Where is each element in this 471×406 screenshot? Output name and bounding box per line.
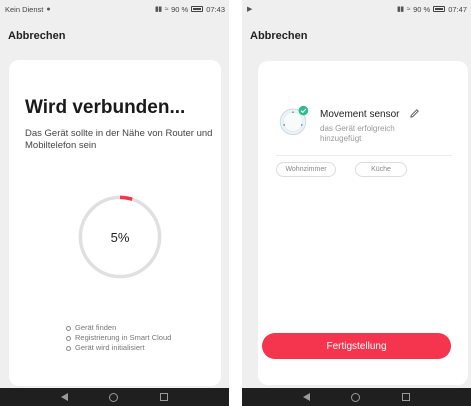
nav-back-icon[interactable] — [302, 393, 310, 401]
edit-pencil-icon[interactable] — [409, 108, 420, 119]
battery-percent: 90 % — [171, 4, 189, 14]
screenshot-composite: Kein Dienst ● ▮▮ ≈ 90 % 07:43 Abbrechen … — [0, 0, 471, 406]
step-item: Gerät wird initialisiert — [66, 343, 171, 353]
wifi-icon: ≈ — [406, 5, 411, 13]
nav-back-icon[interactable] — [60, 393, 68, 401]
step-item: Registrierung in Smart Cloud — [66, 333, 171, 343]
success-check-icon — [298, 105, 309, 116]
divider — [276, 155, 452, 156]
android-nav-bar — [242, 388, 471, 406]
device-status: das Gerät erfolgreich hinzugefügt — [320, 124, 395, 143]
nav-recent-icon[interactable] — [160, 393, 169, 401]
nav-home-icon[interactable] — [109, 392, 119, 402]
play-notification-icon: ▶ — [247, 6, 252, 13]
android-nav-bar — [0, 388, 229, 406]
step-item: Gerät finden — [66, 323, 171, 333]
connection-steps: Gerät finden Registrierung in Smart Clou… — [66, 323, 171, 353]
finish-button[interactable]: Fertigstellung — [262, 333, 451, 359]
clock: 07:47 — [448, 4, 467, 14]
battery-percent: 90 % — [413, 4, 431, 14]
battery-icon — [433, 6, 446, 12]
status-bar: Kein Dienst ● ▮▮ ≈ 90 % 07:43 — [0, 0, 229, 18]
nav-recent-icon[interactable] — [402, 393, 411, 401]
connecting-description: Das Gerät sollte in der Nähe von Router … — [25, 128, 213, 151]
cancel-button[interactable]: Abbrechen — [8, 30, 65, 42]
room-chip[interactable]: Wohnzimmer — [276, 162, 336, 177]
signal-icon: ▮▮ — [155, 6, 162, 13]
connecting-title: Wird verbunden... — [25, 97, 186, 118]
wifi-icon: ≈ — [164, 5, 169, 13]
device-name: Movement sensor — [320, 109, 400, 120]
room-chip[interactable]: Küche — [355, 162, 407, 177]
battery-icon — [191, 6, 204, 12]
carrier-label: Kein Dienst — [5, 4, 44, 14]
nav-home-icon[interactable] — [351, 392, 361, 402]
notification-icon: ● — [46, 5, 51, 13]
cancel-button[interactable]: Abbrechen — [250, 30, 307, 42]
signal-icon: ▮▮ — [397, 6, 404, 13]
progress-percent: 5% — [110, 229, 130, 245]
clock: 07:43 — [206, 4, 225, 14]
motion-sensor-icon — [279, 105, 309, 136]
status-bar: ▶ ▮▮ ≈ 90 % 07:47 — [242, 0, 471, 18]
